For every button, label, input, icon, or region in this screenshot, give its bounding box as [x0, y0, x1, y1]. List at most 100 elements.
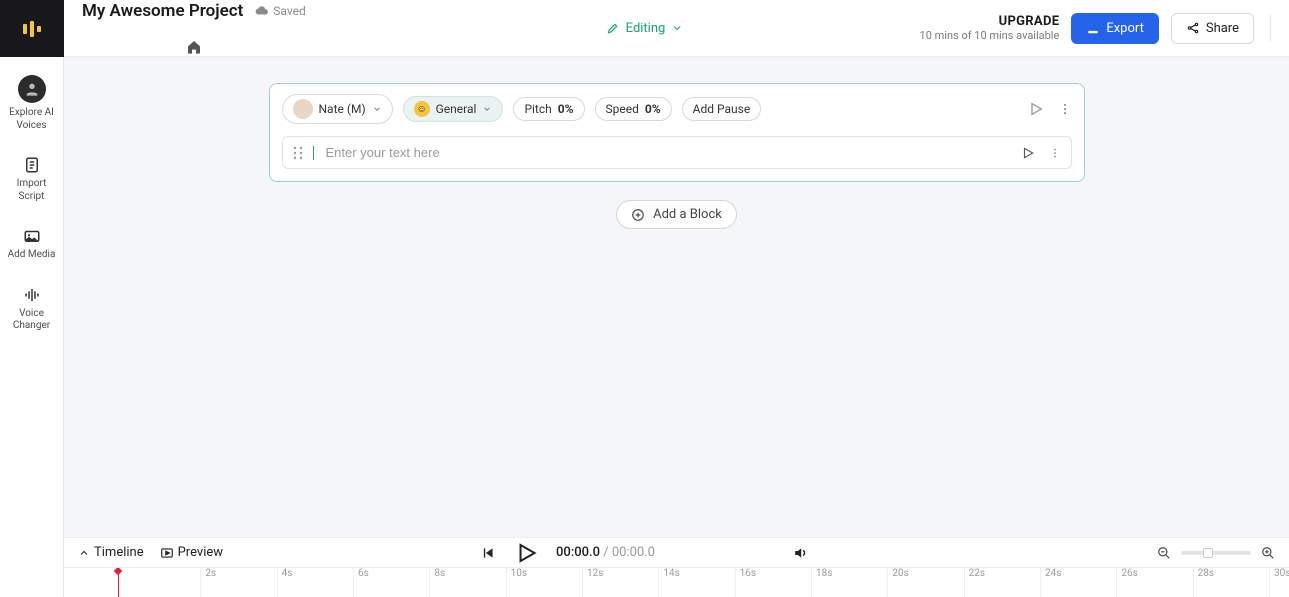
emotion-label: General	[436, 102, 477, 116]
sidebar-item-voice-changer[interactable]: VoiceChanger	[0, 280, 64, 339]
voice-avatar-icon	[293, 99, 313, 119]
speed-value: 0%	[645, 102, 661, 116]
preview-label: Preview	[178, 545, 223, 560]
plus-circle-icon	[631, 208, 645, 222]
sidebar-item-label: VoiceChanger	[13, 308, 50, 333]
chevron-down-icon	[372, 104, 382, 114]
tts-text-input[interactable]	[326, 145, 1011, 160]
timeline-toggle[interactable]: Timeline	[78, 545, 144, 560]
skip-start-button[interactable]	[480, 545, 496, 561]
pitch-value: 0%	[558, 102, 574, 116]
app-logo[interactable]	[0, 0, 64, 57]
home-button[interactable]	[82, 39, 306, 55]
timeline-label: Timeline	[94, 545, 144, 560]
ruler-tick: 2s	[200, 568, 216, 597]
ruler-tick: 12s	[582, 568, 603, 597]
emotion-selector[interactable]: ☺ General	[403, 96, 504, 122]
ruler-tick: 22s	[964, 568, 985, 597]
chevron-down-icon	[482, 104, 492, 114]
project-title[interactable]: My Awesome Project	[82, 1, 243, 21]
voice-block: Nate (M) ☺ General Pitch 0% Speed 0%	[269, 83, 1085, 182]
ruler-tick: 14s	[658, 568, 679, 597]
block-menu-button[interactable]	[1058, 102, 1072, 116]
saved-label: Saved	[273, 4, 305, 18]
share-label: Share	[1206, 21, 1239, 36]
timeline-ruler[interactable]: 2s4s6s8s10s12s14s16s18s20s22s24s26s28s30…	[64, 567, 1289, 597]
logo-icon	[20, 17, 44, 41]
voice-changer-icon	[23, 286, 41, 304]
time-sep: /	[600, 545, 612, 560]
ruler-tick: 18s	[811, 568, 832, 597]
sidebar-item-label: Explore AIVoices	[9, 107, 54, 132]
voice-name: Nate (M)	[319, 102, 366, 116]
sidebar: Explore AIVoices ImportScript Add Media …	[0, 0, 64, 597]
ruler-tick: 30s	[1269, 568, 1289, 597]
play-line-button[interactable]	[1021, 146, 1035, 160]
upgrade-info[interactable]: UPGRADE 10 mins of 10 mins available	[920, 14, 1060, 42]
ruler-tick: 10s	[506, 568, 527, 597]
chevron-down-icon	[671, 22, 683, 34]
sidebar-item-label: ImportScript	[17, 178, 47, 203]
volume-button[interactable]	[793, 545, 809, 561]
header: My Awesome Project Saved Editing UPGRADE…	[64, 0, 1289, 57]
preview-toggle[interactable]: Preview	[160, 545, 223, 560]
cloud-icon	[255, 4, 269, 18]
editor-canvas: Nate (M) ☺ General Pitch 0% Speed 0%	[64, 57, 1289, 537]
add-block-button[interactable]: Add a Block	[616, 200, 737, 229]
playback-controls: Timeline Preview 00:00.0 / 00:00.0	[64, 537, 1289, 567]
time-total: 00:00.0	[612, 545, 655, 560]
media-icon	[23, 227, 41, 245]
sidebar-item-import-script[interactable]: ImportScript	[0, 150, 64, 209]
preview-icon	[160, 546, 174, 560]
mode-label: Editing	[626, 21, 666, 36]
zoom-thumb[interactable]	[1203, 548, 1213, 558]
add-block-label: Add a Block	[653, 207, 722, 222]
pitch-control[interactable]: Pitch 0%	[513, 97, 584, 121]
play-icon	[1028, 101, 1044, 117]
share-button[interactable]: Share	[1171, 13, 1254, 44]
export-button[interactable]: Export	[1071, 13, 1159, 44]
sidebar-item-add-media[interactable]: Add Media	[0, 221, 64, 268]
zoom-out-button[interactable]	[1157, 546, 1171, 560]
pitch-label: Pitch	[524, 102, 551, 116]
add-pause-button[interactable]: Add Pause	[682, 97, 762, 121]
ruler-tick: 20s	[887, 568, 908, 597]
export-label: Export	[1106, 21, 1144, 36]
play-button[interactable]	[514, 541, 538, 565]
mode-switcher[interactable]: Editing	[606, 21, 684, 36]
upgrade-title: UPGRADE	[920, 14, 1060, 29]
voice-selector[interactable]: Nate (M)	[282, 94, 393, 124]
line-menu-button[interactable]	[1049, 147, 1061, 159]
ruler-tick: 26s	[1116, 568, 1137, 597]
chevron-up-icon	[78, 547, 90, 559]
speed-control[interactable]: Speed 0%	[595, 97, 672, 121]
time-current: 00:00.0	[556, 545, 600, 560]
play-icon	[514, 541, 538, 565]
add-pause-label: Add Pause	[693, 102, 751, 116]
pencil-icon	[606, 21, 620, 35]
play-icon	[1021, 146, 1035, 160]
ruler-tick: 8s	[429, 568, 445, 597]
script-icon	[23, 156, 41, 174]
ruler-tick: 28s	[1193, 568, 1214, 597]
ruler-tick: 16s	[735, 568, 756, 597]
text-cursor	[313, 146, 314, 160]
zoom-in-icon	[1261, 546, 1275, 560]
smile-icon: ☺	[414, 101, 430, 117]
download-icon	[1086, 21, 1100, 35]
saved-indicator: Saved	[255, 4, 305, 18]
ruler-tick: 24s	[1040, 568, 1061, 597]
drag-icon	[293, 146, 303, 160]
text-row	[282, 136, 1072, 169]
zoom-in-button[interactable]	[1261, 546, 1275, 560]
header-separator	[1270, 14, 1271, 42]
sidebar-item-label: Add Media	[8, 249, 56, 262]
ruler-tick: 6s	[353, 568, 369, 597]
zoom-slider[interactable]	[1181, 551, 1251, 555]
sidebar-item-explore-voices[interactable]: Explore AIVoices	[0, 69, 64, 138]
play-block-button[interactable]	[1028, 101, 1044, 117]
time-display: 00:00.0 / 00:00.0	[556, 545, 655, 560]
drag-handle[interactable]	[293, 146, 303, 160]
upgrade-subtitle: 10 mins of 10 mins available	[920, 29, 1060, 42]
more-vertical-icon	[1058, 102, 1072, 116]
